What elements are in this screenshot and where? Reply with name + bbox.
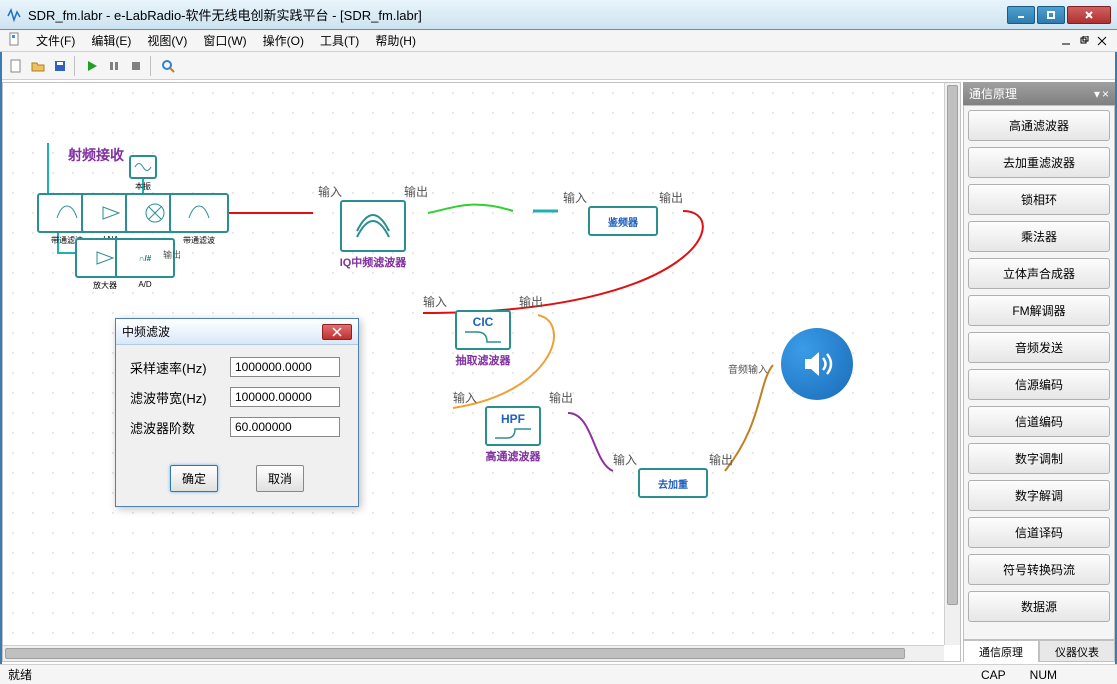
status-ready: 就绪: [8, 666, 32, 683]
side-panel-header: 通信原理 ▾ ×: [963, 82, 1115, 105]
menu-edit[interactable]: 编辑(E): [83, 30, 139, 51]
menu-tool[interactable]: 工具(T): [312, 30, 367, 51]
mdi-minimize-button[interactable]: [1059, 34, 1073, 48]
if-filter-dialog: 中频滤波 采样速率(Hz) 滤波带宽(Hz) 滤波器阶数 确定 取消: [115, 318, 359, 507]
category-button[interactable]: 音频发送: [968, 332, 1110, 363]
lo-block[interactable]: [129, 155, 157, 179]
window-titlebar: SDR_fm.labr - e-LabRadio-软件无线电创新实践平台 - […: [0, 0, 1117, 30]
hpf-in-label: 输入: [453, 389, 477, 406]
category-button[interactable]: 信源编码: [968, 369, 1110, 400]
category-button[interactable]: 数据源: [968, 591, 1110, 622]
vertical-scrollbar[interactable]: [944, 83, 960, 645]
iq-out-label: 输出: [404, 183, 428, 200]
hpf-out-label: 输出: [549, 389, 573, 406]
bandwidth-input[interactable]: [230, 387, 340, 407]
status-bar: 就绪 CAP NUM: [0, 664, 1117, 684]
category-button[interactable]: 乘法器: [968, 221, 1110, 252]
side-panel-title: 通信原理: [969, 85, 1017, 102]
cic-in-label: 输入: [423, 293, 447, 310]
status-num: NUM: [1018, 668, 1069, 682]
bpf2-label: 带通滤波: [183, 235, 215, 246]
minimize-button[interactable]: [1007, 6, 1035, 24]
menu-help[interactable]: 帮助(H): [367, 30, 424, 51]
hpf-label: 高通滤波器: [486, 448, 541, 464]
category-button[interactable]: 信道编码: [968, 406, 1110, 437]
hpf-block[interactable]: HPF: [485, 406, 541, 446]
category-button[interactable]: 立体声合成器: [968, 258, 1110, 289]
category-button[interactable]: 数字解调: [968, 480, 1110, 511]
cancel-button[interactable]: 取消: [256, 465, 304, 492]
side-panel-body: 高通滤波器 去加重滤波器 锁相环 乘法器 立体声合成器 FM解调器 音频发送 信…: [963, 105, 1115, 640]
ad-label: A/D: [138, 280, 151, 289]
side-panel-tabs: 通信原理 仪器仪表: [963, 640, 1115, 662]
menu-file[interactable]: 文件(F): [28, 30, 83, 51]
close-button[interactable]: [1067, 6, 1111, 24]
category-button[interactable]: 符号转换码流: [968, 554, 1110, 585]
disc-out-label: 输出: [659, 189, 683, 206]
sample-rate-label: 采样速率(Hz): [130, 358, 230, 377]
dialog-title: 中频滤波: [122, 323, 322, 340]
app-icon: [6, 7, 22, 23]
cic-box-text: CIC: [473, 315, 494, 329]
hpf-box-text: HPF: [501, 412, 525, 426]
ok-button[interactable]: 确定: [170, 465, 218, 492]
status-cap: CAP: [969, 668, 1018, 682]
bandwidth-label: 滤波带宽(Hz): [130, 388, 230, 407]
filter-order-input[interactable]: [230, 417, 340, 437]
rf-receive-label: 射频接收: [68, 145, 124, 165]
doc-icon: [8, 32, 22, 49]
audio-in-label: 音频输入: [728, 361, 768, 376]
lo-label: 本振: [135, 181, 151, 192]
menu-bar: 文件(F) 编辑(E) 视图(V) 窗口(W) 操作(O) 工具(T) 帮助(H…: [0, 30, 1117, 52]
category-button[interactable]: 信道译码: [968, 517, 1110, 548]
maximize-button[interactable]: [1037, 6, 1065, 24]
category-button[interactable]: 去加重滤波器: [968, 147, 1110, 178]
category-button[interactable]: FM解调器: [968, 295, 1110, 326]
category-button[interactable]: 数字调制: [968, 443, 1110, 474]
category-button[interactable]: 高通滤波器: [968, 110, 1110, 141]
rf-out-label: 输出: [163, 248, 181, 261]
iq-in-label: 输入: [318, 183, 342, 200]
category-button[interactable]: 锁相环: [968, 184, 1110, 215]
disc-in-label: 输入: [563, 189, 587, 206]
mdi-restore-button[interactable]: [1077, 34, 1091, 48]
cic-out-label: 输出: [519, 293, 543, 310]
audio-output-block[interactable]: [781, 328, 853, 400]
deemph-in-label: 输入: [613, 451, 637, 468]
deemph-out-label: 输出: [709, 451, 733, 468]
window-title: SDR_fm.labr - e-LabRadio-软件无线电创新实践平台 - […: [28, 5, 1005, 24]
amp-label: 放大器: [93, 280, 117, 291]
deemphasis-block[interactable]: 去加重: [638, 468, 708, 498]
tab-comm-theory[interactable]: 通信原理: [963, 640, 1039, 662]
menu-operate[interactable]: 操作(O): [255, 30, 312, 51]
cic-block[interactable]: CIC: [455, 310, 511, 350]
side-panel: 通信原理 ▾ × 高通滤波器 去加重滤波器 锁相环 乘法器 立体声合成器 FM解…: [963, 82, 1115, 662]
mdi-close-button[interactable]: [1095, 34, 1109, 48]
panel-dropdown-icon[interactable]: ▾: [1094, 87, 1100, 101]
tab-instruments[interactable]: 仪器仪表: [1039, 640, 1115, 662]
dialog-close-button[interactable]: [322, 324, 352, 340]
filter-order-label: 滤波器阶数: [130, 418, 230, 437]
horizontal-scrollbar[interactable]: [3, 645, 944, 661]
menu-view[interactable]: 视图(V): [139, 30, 195, 51]
sample-rate-input[interactable]: [230, 357, 340, 377]
bpf2-block[interactable]: [169, 193, 229, 233]
iq-filter-block[interactable]: [340, 200, 406, 252]
menu-window[interactable]: 窗口(W): [195, 30, 254, 51]
cic-label: 抽取滤波器: [456, 352, 511, 368]
discriminator-block[interactable]: 鉴频器: [588, 206, 658, 236]
panel-close-icon[interactable]: ×: [1102, 87, 1109, 101]
dialog-titlebar[interactable]: 中频滤波: [116, 319, 358, 345]
iq-filter-label: IQ中频滤波器: [340, 254, 407, 270]
